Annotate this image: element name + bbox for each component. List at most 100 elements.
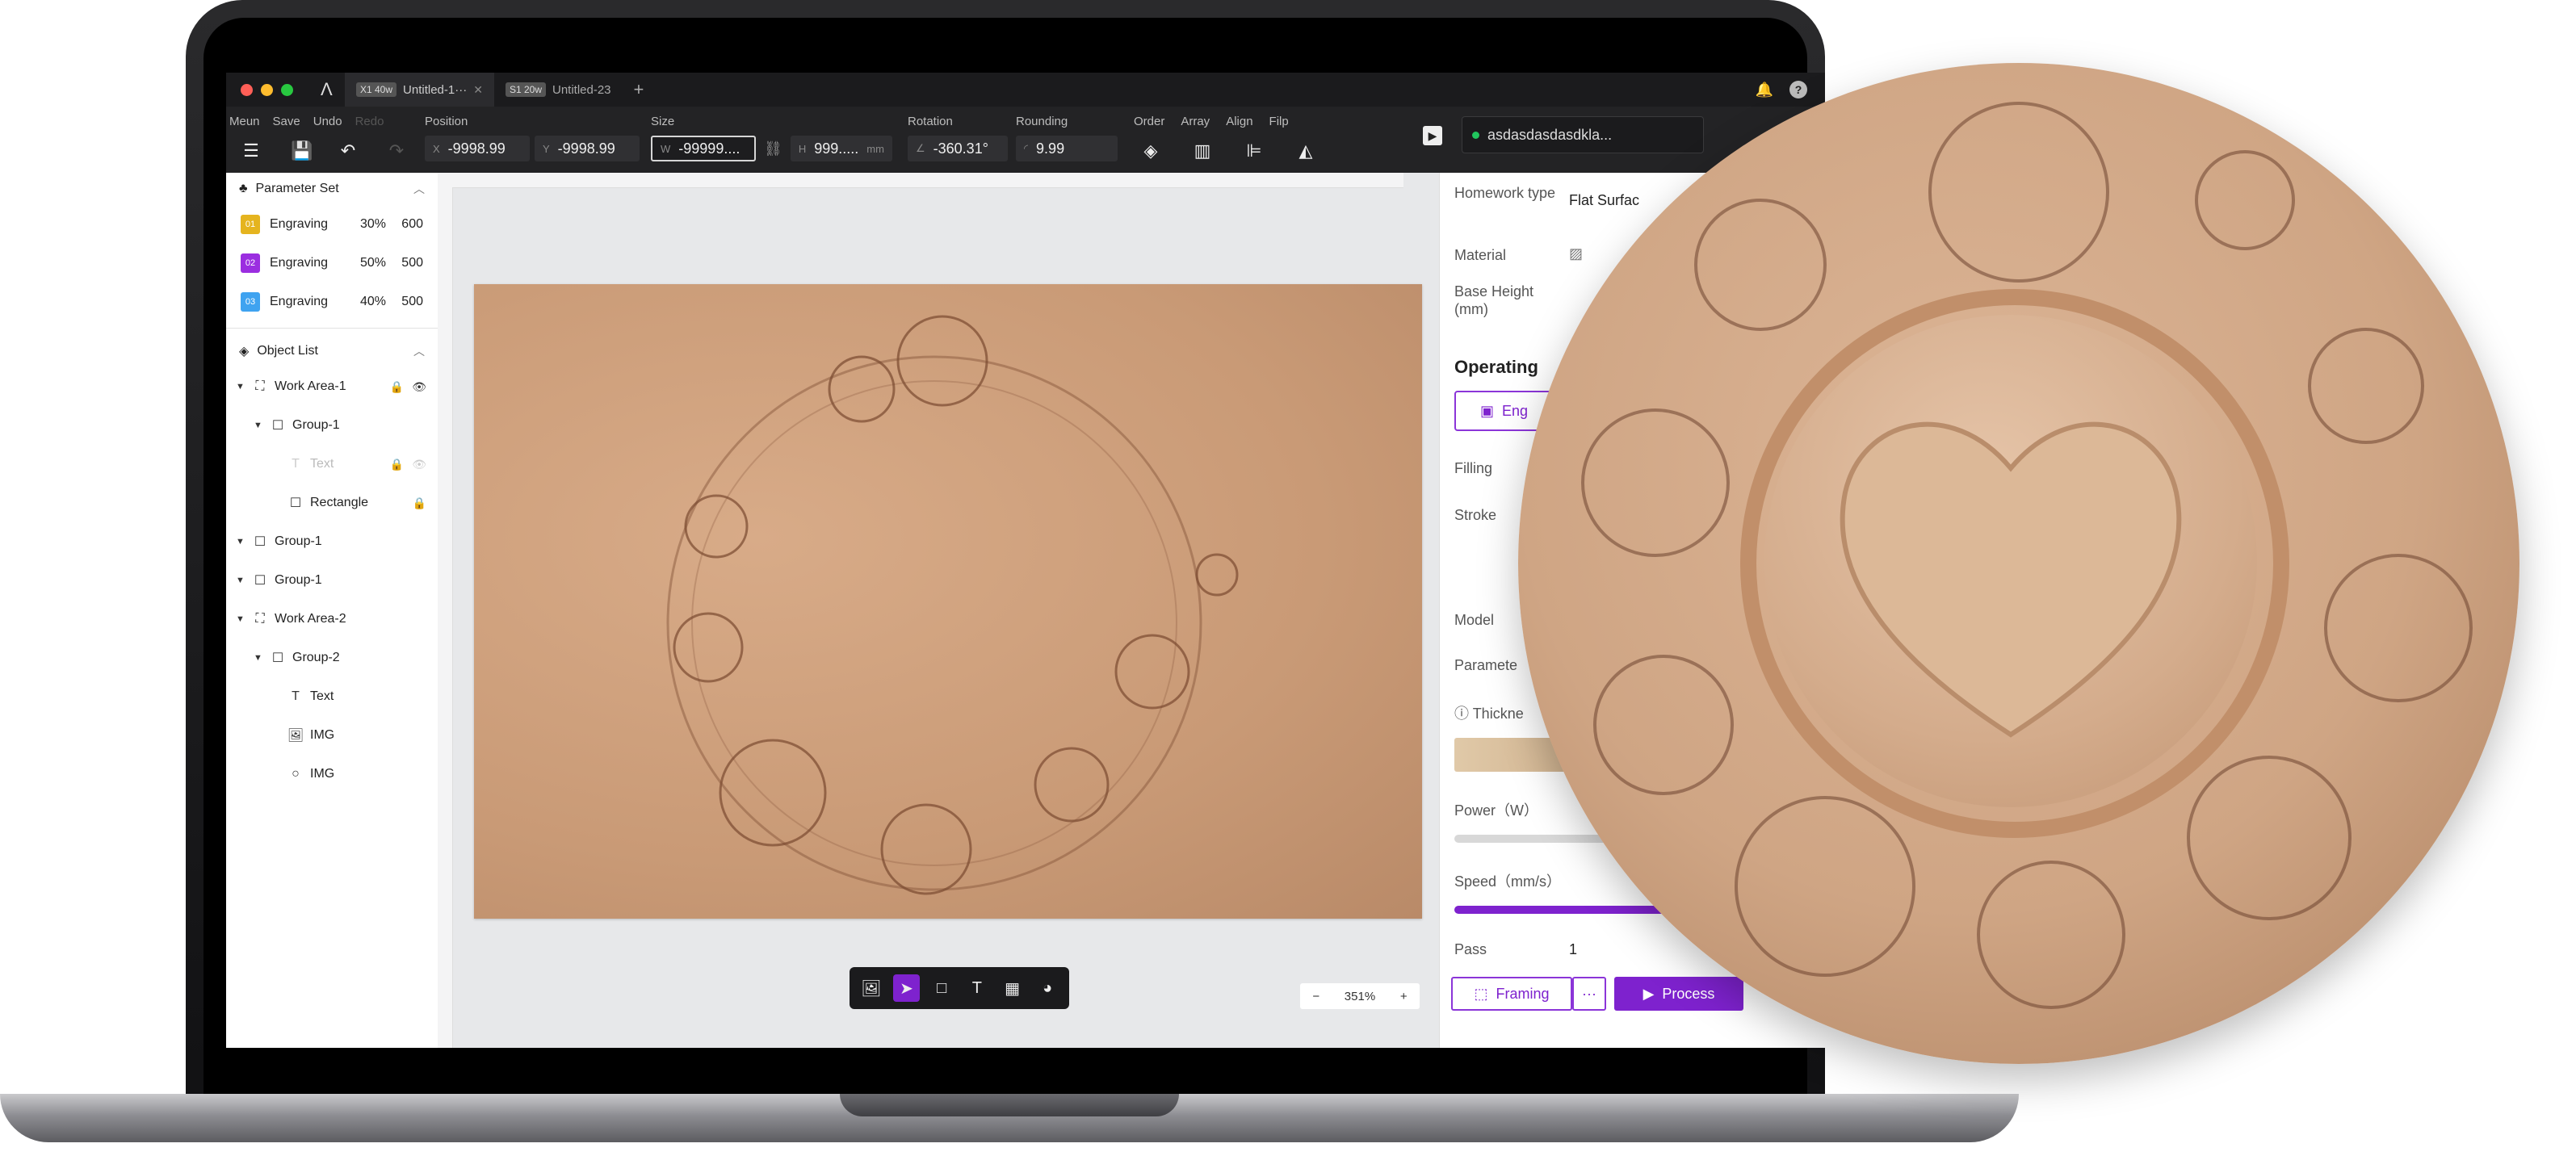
eye-icon[interactable]: 👁 bbox=[412, 380, 426, 394]
parameter-label: Paramete bbox=[1454, 657, 1518, 673]
object-label: Group-1 bbox=[275, 534, 322, 548]
object-label: Group-1 bbox=[275, 573, 322, 587]
thickness-label-text: Thickne bbox=[1472, 706, 1524, 722]
object-list-item[interactable]: ▼ ☐ Group-2 bbox=[226, 639, 438, 677]
expand-triangle-icon[interactable]: ▼ bbox=[236, 382, 245, 392]
object-list-item[interactable]: ▼ ☐ Group-1 bbox=[226, 522, 438, 561]
add-tab-button[interactable]: + bbox=[634, 79, 644, 100]
object-list-item[interactable]: T Text 🔒 👁 bbox=[226, 445, 438, 484]
position-label: Position bbox=[425, 115, 468, 128]
redo-icon[interactable]: ↷ bbox=[388, 140, 405, 161]
parameter-speed: 500 bbox=[401, 256, 423, 270]
parameter-list: 01 Engraving 30% 600 02 Engraving 50% 500 03 Engr… bbox=[226, 205, 438, 321]
object-list-item[interactable]: T Text bbox=[226, 677, 438, 716]
zoom-control: − 351% + bbox=[1300, 983, 1420, 1009]
object-list-item[interactable]: ▼ ⛶ Work Area-1 🔒 👁 bbox=[226, 367, 438, 406]
parameter-mode: Engraving bbox=[270, 256, 329, 270]
vertical-ruler bbox=[438, 173, 453, 1048]
undo-icon[interactable]: ↶ bbox=[339, 140, 357, 161]
add-image-icon[interactable]: 🖼 bbox=[858, 974, 885, 1002]
shapes-tool-icon[interactable]: ◕ bbox=[1034, 974, 1061, 1002]
rotation-label: Rotation bbox=[908, 115, 953, 128]
object-list-item[interactable]: ▼ ⛶ Work Area-2 bbox=[226, 600, 438, 639]
align-label: Align bbox=[1226, 115, 1253, 128]
undo-label: Undo bbox=[313, 115, 342, 128]
lock-icon[interactable]: 🔒 bbox=[390, 458, 404, 471]
parameter-power: 40% bbox=[359, 295, 386, 308]
object-list-item[interactable]: ▼ ☐ Group-1 bbox=[226, 406, 438, 445]
zoom-in-button[interactable]: + bbox=[1400, 990, 1408, 1003]
array-icon[interactable]: ▥ bbox=[1194, 140, 1211, 161]
object-list-item[interactable]: ▼ ☐ Group-1 bbox=[226, 561, 438, 600]
device-badge: X1 40w bbox=[356, 82, 397, 97]
object-list-header[interactable]: ◈ Object List ︿ bbox=[226, 335, 438, 367]
parameter-set-header[interactable]: ♣ Parameter Set ︿ bbox=[226, 173, 438, 205]
align-icon[interactable]: ⊫ bbox=[1245, 140, 1263, 161]
redo-label: Redo bbox=[355, 115, 384, 128]
connected-dot-icon bbox=[1472, 131, 1479, 139]
position-x-input[interactable]: X -9998.99 bbox=[425, 136, 530, 161]
tab-untitled-1[interactable]: X1 40w Untitled-1··· ✕ bbox=[345, 73, 494, 107]
object-label: Group-2 bbox=[292, 651, 340, 664]
rotation-input[interactable]: ∠ -360.31° bbox=[908, 136, 1008, 161]
rounding-input[interactable]: ◜ 9.99 bbox=[1016, 136, 1118, 161]
text-tool-icon[interactable]: T bbox=[963, 974, 991, 1002]
close-window-button[interactable] bbox=[241, 83, 253, 96]
minimize-window-button[interactable] bbox=[261, 83, 273, 96]
object-label: IMG bbox=[310, 728, 335, 742]
object-list-title: Object List bbox=[257, 344, 318, 358]
canvas-tool-bar: 🖼 ➤ □ T ▦ ◕ bbox=[850, 967, 1069, 1009]
info-icon: ⓘ bbox=[1454, 706, 1469, 722]
flip-label: Filp bbox=[1269, 115, 1289, 128]
object-list-item[interactable]: ○ IMG bbox=[226, 755, 438, 794]
object-label: Text bbox=[310, 689, 334, 703]
maximize-window-button[interactable] bbox=[281, 83, 293, 96]
size-h-value: 999..... bbox=[814, 140, 859, 157]
object-list-item[interactable]: ☐ Rectangle 🔒 bbox=[226, 484, 438, 522]
text-icon: T bbox=[292, 457, 300, 471]
play-icon[interactable]: ▶ bbox=[1423, 126, 1442, 145]
grid-tool-icon[interactable]: ▦ bbox=[999, 974, 1026, 1002]
object-list-item[interactable]: 🖼 IMG bbox=[226, 716, 438, 755]
corner-icon: ◜ bbox=[1024, 142, 1029, 154]
position-y-input[interactable]: Y -9998.99 bbox=[535, 136, 640, 161]
chevron-up-icon[interactable]: ︿ bbox=[413, 181, 425, 197]
parameter-set-item[interactable]: 03 Engraving 40% 500 bbox=[226, 283, 438, 321]
save-label: Save bbox=[272, 115, 300, 128]
expand-triangle-icon[interactable]: ▼ bbox=[254, 653, 263, 663]
group-icon: ☐ bbox=[271, 419, 284, 433]
save-icon[interactable]: 💾 bbox=[291, 140, 313, 161]
lock-icon[interactable]: 🔒 bbox=[413, 496, 426, 510]
rotation-value: -360.31° bbox=[933, 140, 988, 157]
size-w-input[interactable]: W -99999.... bbox=[651, 136, 756, 161]
position-y-value: -9998.99 bbox=[557, 140, 615, 157]
zoom-out-button[interactable]: − bbox=[1312, 990, 1319, 1003]
object-list: ▼ ⛶ Work Area-1 🔒 👁 ▼ ☐ Group-1 T Text 🔒 👁 ☐ Rectangl… bbox=[226, 367, 438, 794]
y-prefix: Y bbox=[543, 142, 550, 155]
x-prefix: X bbox=[433, 142, 440, 155]
tab-untitled-23[interactable]: S1 20w Untitled-23 bbox=[494, 73, 623, 107]
parameter-speed: 600 bbox=[401, 217, 423, 231]
rectangle-tool-icon[interactable]: □ bbox=[928, 974, 955, 1002]
expand-triangle-icon[interactable]: ▼ bbox=[236, 614, 245, 624]
link-icon[interactable]: ⛓ bbox=[764, 140, 782, 157]
chevron-up-icon[interactable]: ︿ bbox=[413, 343, 425, 359]
layers-icon[interactable]: ◈ bbox=[1142, 140, 1160, 161]
object-label: Work Area-2 bbox=[275, 612, 346, 626]
lock-icon[interactable]: 🔒 bbox=[390, 380, 404, 394]
device-badge: S1 20w bbox=[505, 82, 546, 97]
size-h-input[interactable]: H 999..... mm bbox=[790, 136, 892, 161]
horizontal-ruler bbox=[452, 173, 1403, 188]
parameter-set-item[interactable]: 01 Engraving 30% 600 bbox=[226, 205, 438, 244]
close-icon[interactable]: ✕ bbox=[473, 83, 483, 97]
artboard-wreath-engraving[interactable] bbox=[474, 284, 1422, 919]
expand-triangle-icon[interactable]: ▼ bbox=[236, 537, 245, 547]
rounding-value: 9.99 bbox=[1036, 140, 1065, 157]
expand-triangle-icon[interactable]: ▼ bbox=[236, 576, 245, 585]
select-tool-icon[interactable]: ➤ bbox=[892, 974, 921, 1002]
parameter-set-item[interactable]: 02 Engraving 50% 500 bbox=[226, 244, 438, 283]
menu-icon[interactable]: ☰ bbox=[242, 140, 260, 161]
eye-icon[interactable]: 👁 bbox=[412, 458, 426, 471]
flip-icon[interactable]: ◭ bbox=[1297, 140, 1315, 161]
expand-triangle-icon[interactable]: ▼ bbox=[254, 421, 263, 430]
